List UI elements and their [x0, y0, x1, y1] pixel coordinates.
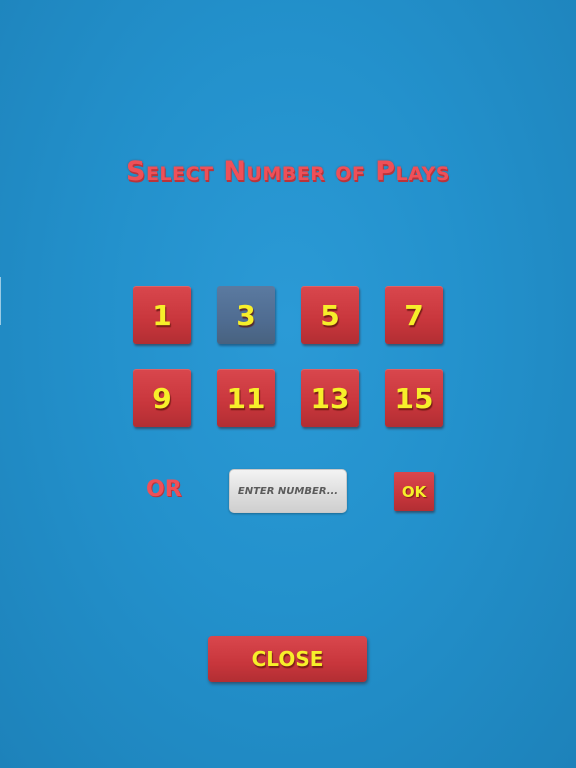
play-option-button[interactable]: 13	[301, 369, 359, 427]
play-option-button[interactable]: 11	[217, 369, 275, 427]
play-option-button[interactable]: 7	[385, 286, 443, 344]
edge-divider	[0, 277, 1, 325]
or-label: OR	[146, 477, 182, 502]
number-input[interactable]	[229, 469, 347, 513]
play-option-button[interactable]: 9	[133, 369, 191, 427]
play-option-button[interactable]: 5	[301, 286, 359, 344]
play-option-button[interactable]: 1	[133, 286, 191, 344]
close-button[interactable]: CLOSE	[208, 636, 367, 682]
play-option-button[interactable]: 15	[385, 369, 443, 427]
play-option-button[interactable]: 3	[217, 286, 275, 344]
dialog-title: Select Number of Plays	[126, 156, 450, 187]
ok-button[interactable]: OK	[394, 472, 434, 511]
